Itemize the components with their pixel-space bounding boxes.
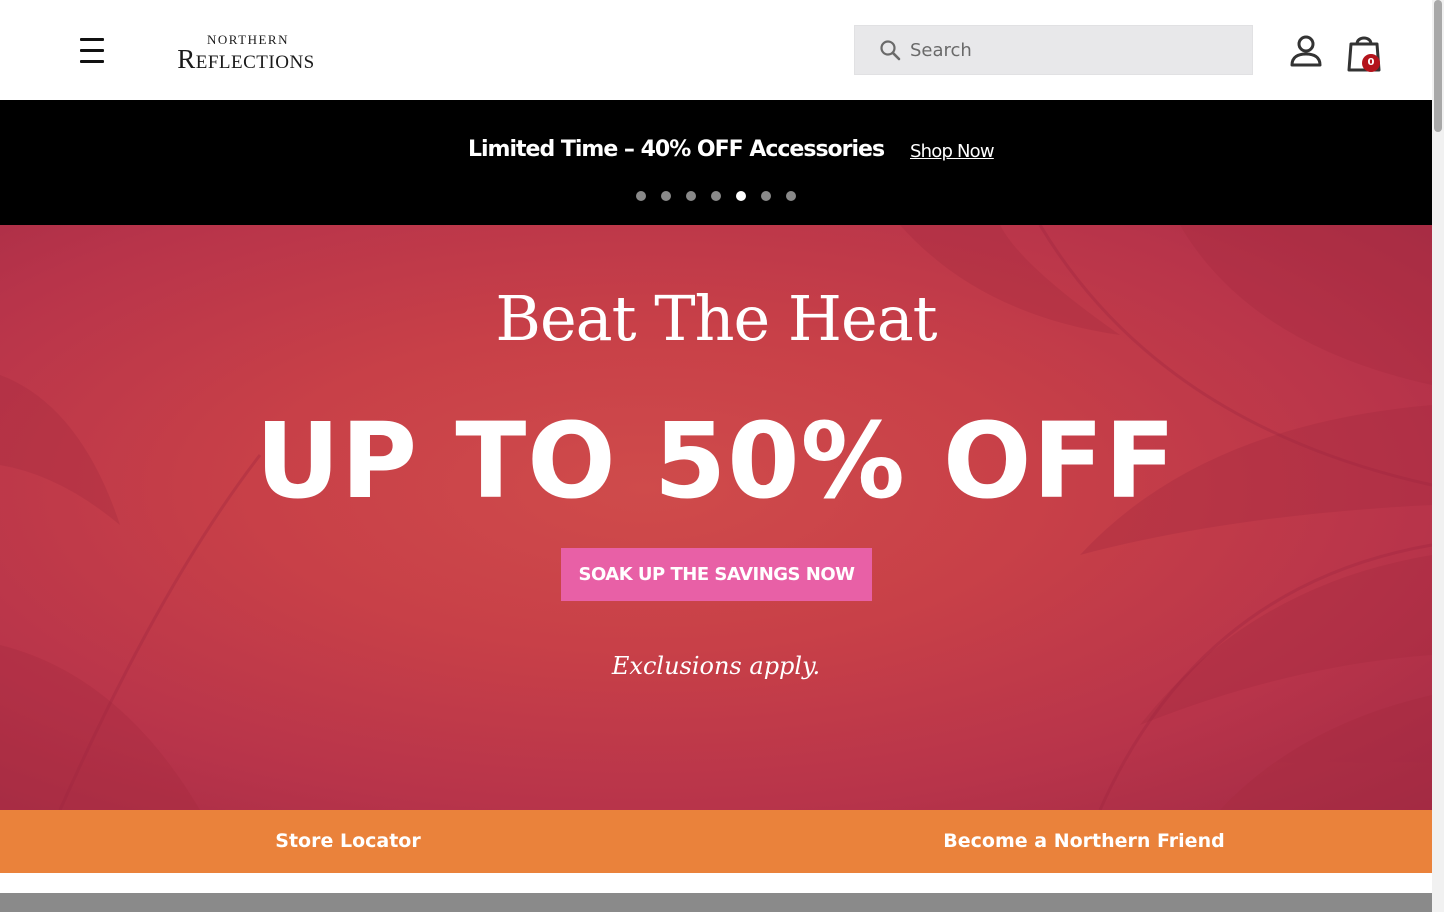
account-icon[interactable] (1288, 33, 1324, 69)
logo-main-text: Reflections (177, 44, 315, 74)
hero-exclusions-note: Exclusions apply. (611, 652, 821, 680)
become-friend-link[interactable]: Become a Northern Friend (736, 810, 1432, 873)
carousel-dot-active[interactable] (736, 191, 746, 201)
promo-text: Limited Time – 40% OFF Accessories (468, 137, 885, 162)
hamburger-menu-icon[interactable] (78, 36, 108, 66)
cart-count-badge: 0 (1362, 54, 1380, 72)
scrollbar-thumb[interactable] (1434, 0, 1442, 132)
hero-cta-button[interactable]: SOAK UP THE SAVINGS NOW (561, 548, 872, 601)
quick-links-bar: Store Locator Become a Northern Friend (0, 810, 1432, 873)
carousel-dot[interactable] (711, 191, 721, 201)
carousel-dot[interactable] (686, 191, 696, 201)
search-icon (880, 40, 901, 61)
shop-now-link[interactable]: Shop Now (910, 141, 995, 162)
carousel-dot[interactable] (636, 191, 646, 201)
next-section-edge (0, 893, 1432, 912)
hero-title: Beat The Heat (495, 282, 937, 355)
promo-carousel-dots (636, 191, 796, 201)
hero-headline: UP TO 50% OFF (255, 400, 1177, 522)
promo-banner (0, 100, 1432, 225)
shopping-bag-button[interactable]: 0 (1346, 32, 1386, 76)
store-locator-link[interactable]: Store Locator (0, 810, 696, 873)
carousel-dot[interactable] (761, 191, 771, 201)
carousel-dot[interactable] (661, 191, 671, 201)
page-scrollbar[interactable] (1432, 0, 1444, 912)
site-header: NORTHERN Reflections 0 (0, 0, 1432, 100)
search-input[interactable] (910, 39, 1230, 61)
brand-logo[interactable]: NORTHERN Reflections (150, 33, 342, 73)
search-bar[interactable] (854, 25, 1253, 75)
carousel-dot[interactable] (786, 191, 796, 201)
